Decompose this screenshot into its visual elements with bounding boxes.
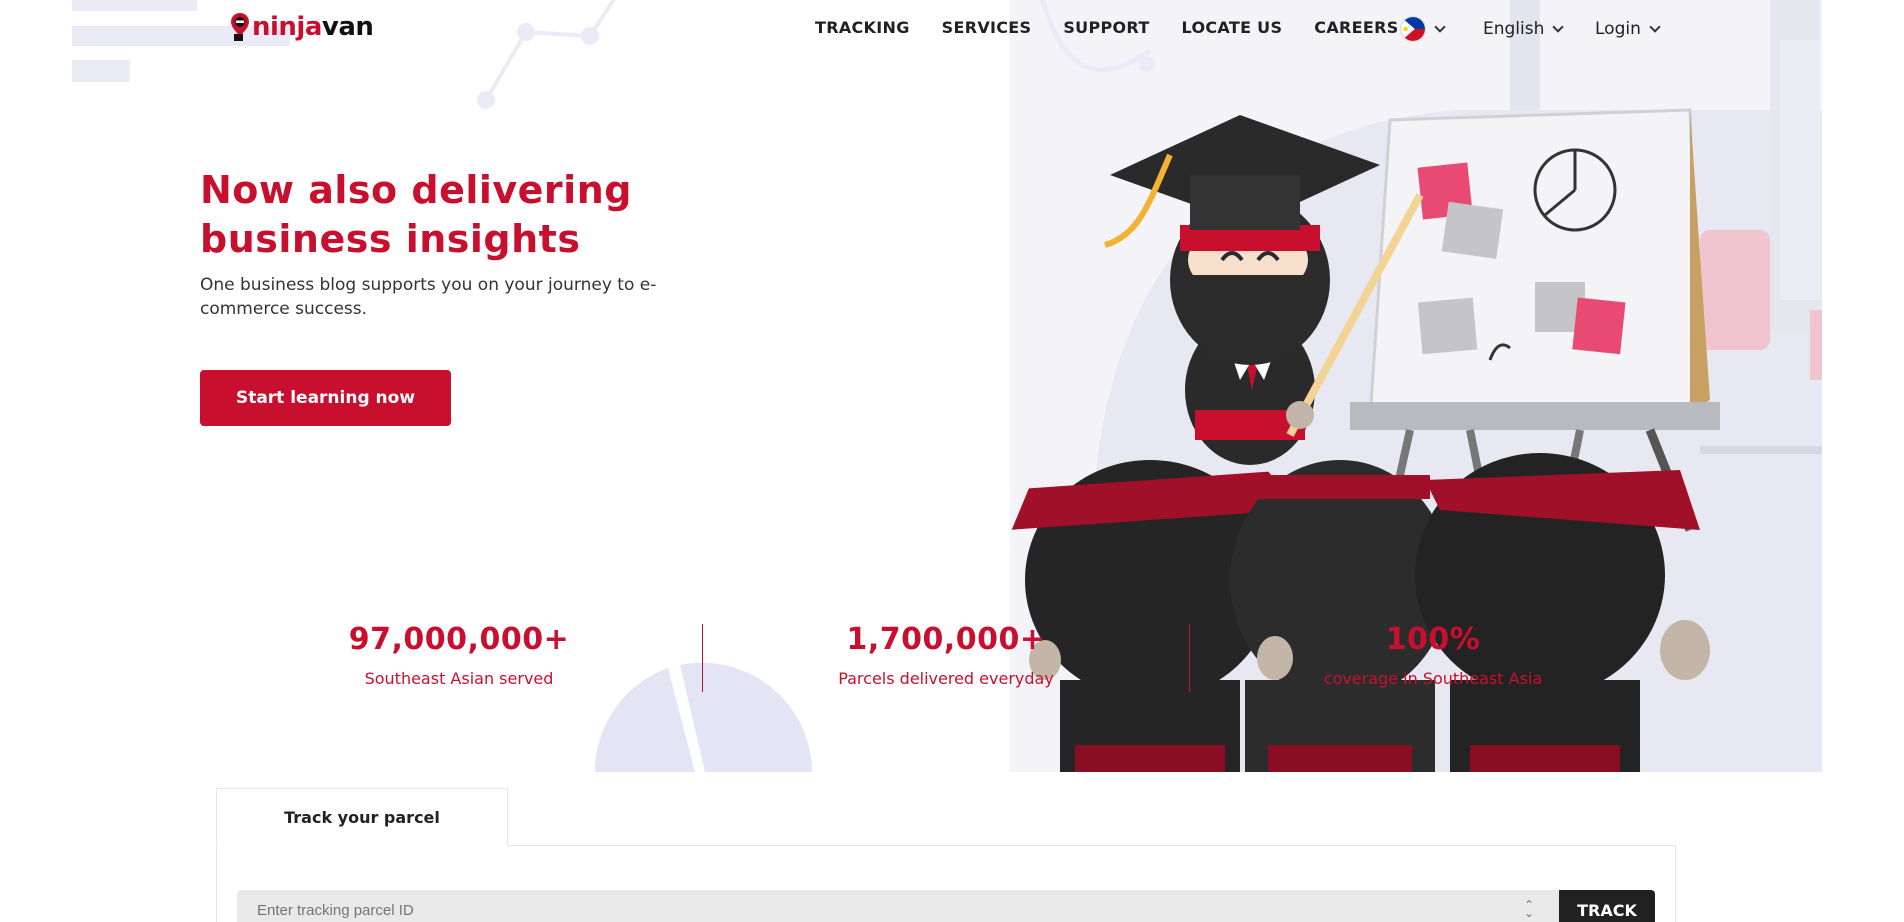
stat-label: Southeast Asian served xyxy=(364,669,554,688)
language-selector[interactable]: English xyxy=(1483,19,1565,39)
nav-locate-us[interactable]: LOCATE US xyxy=(1182,18,1283,37)
stat-label: coverage in Southeast Asia xyxy=(1323,669,1543,688)
hero-title: Now also delivering business insights xyxy=(200,166,760,264)
logo-text-ninja: ninja xyxy=(252,12,322,42)
nav-careers[interactable]: CAREERS xyxy=(1314,18,1398,37)
stat-value: 97,000,000+ xyxy=(348,622,570,657)
start-learning-button[interactable]: Start learning now xyxy=(200,370,451,426)
stat-value: 1,700,000+ xyxy=(846,622,1046,657)
track-button[interactable]: TRACK xyxy=(1559,890,1655,922)
stat-coverage: 100% coverage in Southeast Asia xyxy=(1253,622,1613,688)
logo-text-van: van xyxy=(321,12,374,42)
main-nav: TRACKING SERVICES SUPPORT LOCATE US CARE… xyxy=(815,18,1431,37)
hero-subtitle: One business blog supports you on your j… xyxy=(200,275,657,319)
chevron-down-icon xyxy=(1552,20,1565,33)
ninjavan-logo[interactable]: ninja van xyxy=(230,12,374,42)
stat-parcels-delivered: 1,700,000+ Parcels delivered everyday xyxy=(766,622,1126,688)
nav-support[interactable]: SUPPORT xyxy=(1063,18,1149,37)
stat-divider xyxy=(1189,624,1190,692)
input-stepper-icon[interactable]: ⌃ ⌄ xyxy=(1524,899,1534,919)
stat-value: 100% xyxy=(1385,622,1481,657)
tab-track-parcel[interactable]: Track your parcel xyxy=(216,788,508,846)
tracking-id-input[interactable] xyxy=(237,890,1559,922)
hero-title-line2: business insights xyxy=(200,217,581,261)
nav-services[interactable]: SERVICES xyxy=(942,18,1032,37)
login-menu[interactable]: Login xyxy=(1595,19,1661,39)
nav-tracking[interactable]: TRACKING xyxy=(815,18,910,37)
login-label: Login xyxy=(1595,19,1641,39)
hero-title-line1: Now also delivering xyxy=(200,168,632,212)
country-selector[interactable] xyxy=(1400,16,1446,42)
language-label: English xyxy=(1483,19,1545,39)
location-pin-icon xyxy=(231,13,249,41)
stat-label: Parcels delivered everyday xyxy=(838,669,1054,688)
stat-divider xyxy=(702,624,703,692)
philippines-flag-icon xyxy=(1400,16,1426,42)
stat-southeast-asian-served: 97,000,000+ Southeast Asian served xyxy=(279,622,639,688)
site-header: ninja van TRACKING SERVICES SUPPORT LOCAT… xyxy=(0,0,1904,60)
chevron-down-icon xyxy=(1434,20,1446,33)
chevron-down-icon xyxy=(1649,20,1661,33)
